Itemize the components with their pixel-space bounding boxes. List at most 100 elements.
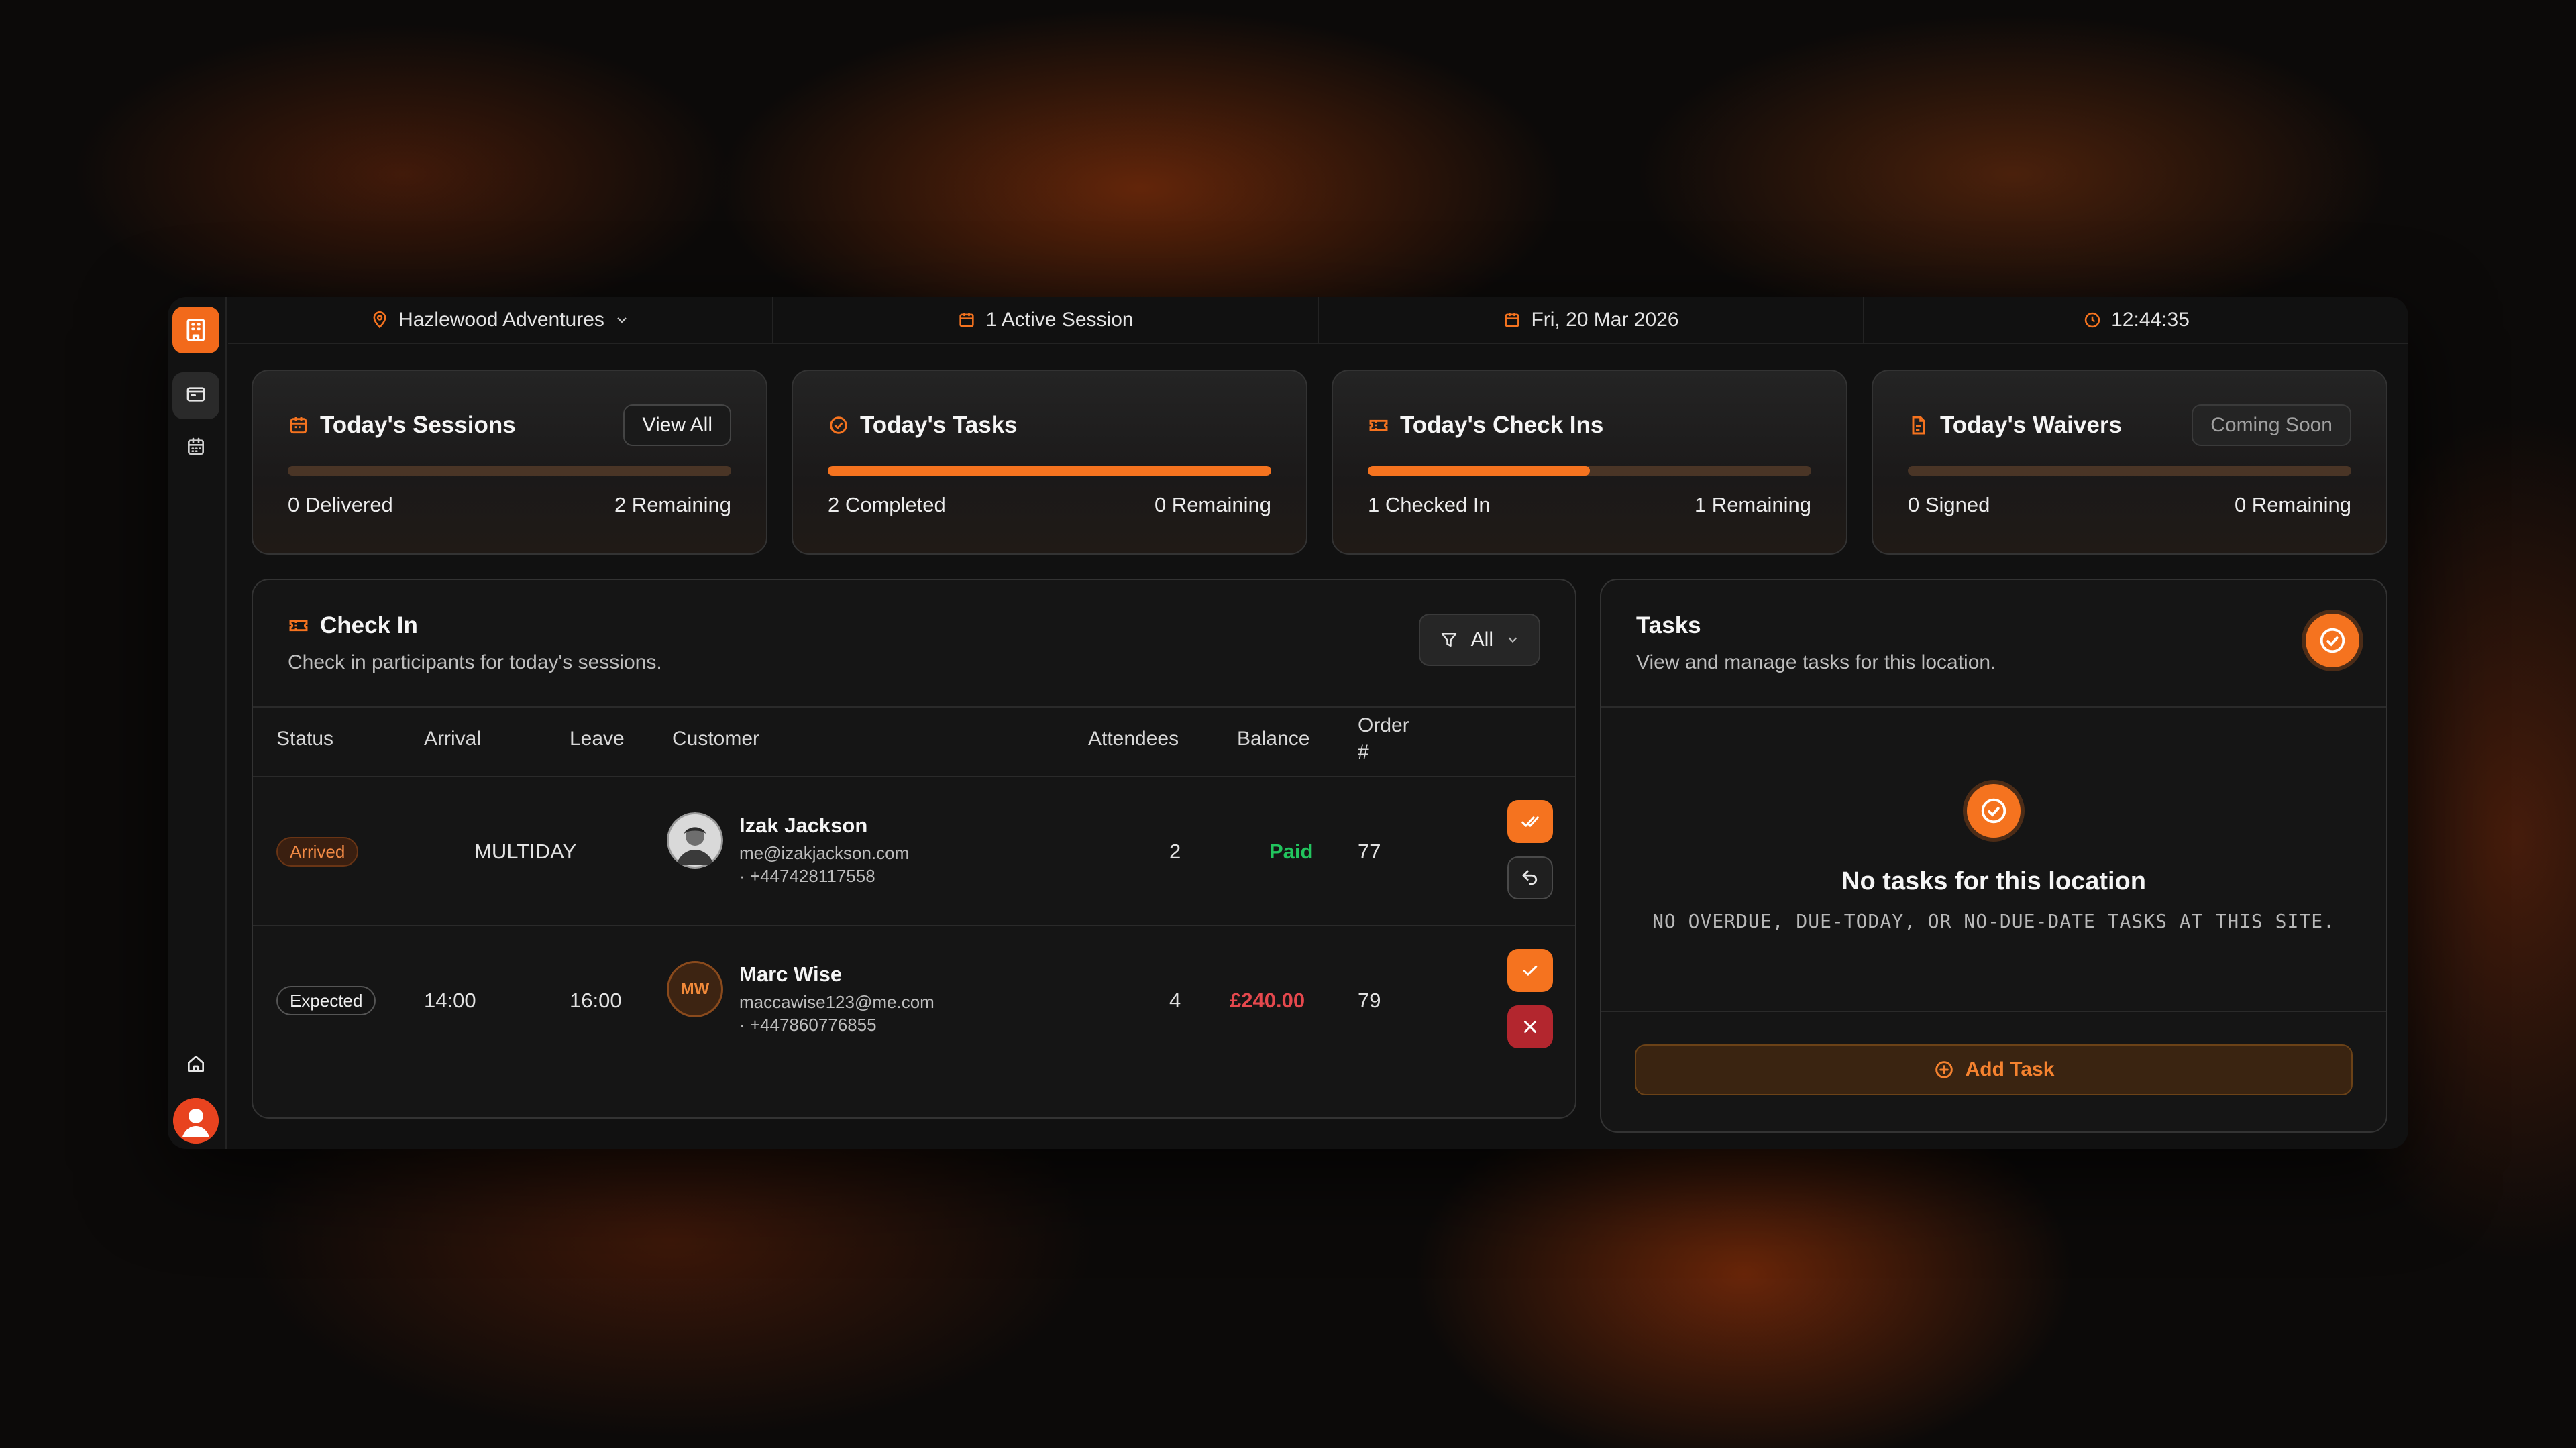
user-icon [173,1098,219,1144]
panel-title: Tasks [1636,612,1701,638]
checkin-button[interactable] [1507,949,1553,992]
customer-avatar: MW [667,961,723,1017]
sidebar-item-sessions[interactable] [172,372,219,419]
tasks-check-button[interactable] [2306,614,2359,667]
col-arrival[interactable]: Arrival [424,728,481,750]
date-indicator: Fri, 20 Mar 2026 [1319,297,1864,343]
card-title: Today's Check Ins [1400,412,1604,438]
sidebar [168,297,227,1149]
sidebar-item-home[interactable] [172,1042,219,1089]
check-circle-icon [828,414,849,436]
card-title: Today's Tasks [860,412,1018,438]
customer-email: me@izakjackson.com [739,843,910,863]
col-attendees[interactable]: Attendees [1088,728,1179,750]
top-bar: Hazlewood Adventures 1 Active Session Fr… [228,297,2408,344]
status-badge: Expected [276,986,376,1015]
home-icon [185,1053,207,1078]
session-count: 1 Active Session [985,309,1134,331]
current-date: Fri, 20 Mar 2026 [1531,309,1679,331]
card-tasks: Today's Tasks 2 Completed 0 Remaining [792,370,1307,555]
empty-title: No tasks for this location [1841,867,2146,895]
undo-icon [1520,868,1540,888]
col-customer[interactable]: Customer [672,728,759,750]
panel-title: Check In [320,612,418,638]
time-indicator: 12:44:35 [1864,297,2408,343]
col-leave[interactable]: Leave [570,728,625,750]
empty-state: No tasks for this location NO OVERDUE, D… [1601,709,2386,1012]
document-icon [1908,414,1929,436]
chevron-down-icon [1505,632,1520,647]
chevron-down-icon [614,312,630,328]
table-row: Arrived MULTIDAY Izak Jackson me@izakjac… [253,777,1575,926]
view-all-button[interactable]: View All [623,404,731,446]
building-logo-icon[interactable] [172,307,219,353]
customer-email: maccawise123@me.com [739,992,934,1012]
current-time: 12:44:35 [2111,309,2190,331]
customer-avatar [667,812,723,869]
check-icon [1520,960,1540,981]
calendar-icon [185,436,207,461]
remaining-count: 0 Remaining [2234,493,2351,516]
card-sessions: Today's Sessions View All 0 Delivered 2 … [252,370,767,555]
location-name: Hazlewood Adventures [398,309,604,331]
col-balance[interactable]: Balance [1237,728,1309,750]
window-icon [185,384,207,408]
tasks-panel: Tasks View and manage tasks for this loc… [1600,579,2387,1133]
card-title: Today's Sessions [320,412,516,438]
customer-phone: · +447860776855 [739,1015,877,1035]
remaining-count: 0 Remaining [1154,493,1271,516]
empty-subtitle: NO OVERDUE, DUE-TODAY, OR NO-DUE-DATE TA… [1652,910,2335,932]
balance-paid: Paid [1269,840,1313,863]
signed-count: 0 Signed [1908,493,1990,516]
completed-count: 2 Completed [828,493,946,516]
location-selector[interactable]: Hazlewood Adventures [228,297,773,343]
add-task-label: Add Task [1965,1058,2055,1080]
card-checkins: Today's Check Ins 1 Checked In 1 Remaini… [1332,370,1847,555]
waivers-progress [1908,466,2351,476]
col-status[interactable]: Status [276,728,333,750]
cancel-button[interactable] [1507,1005,1553,1048]
order-number: 79 [1358,989,1381,1012]
leave-time: 16:00 [570,989,622,1012]
delivered-count: 0 Delivered [288,493,393,516]
arrival-time: 14:00 [424,989,476,1012]
status-badge: Arrived [276,837,359,867]
map-pin-icon [370,311,389,329]
checkins-progress [1368,466,1811,476]
check-circle-icon [2317,625,2348,656]
attendees-count: 4 [1169,989,1181,1012]
coming-soon-button[interactable]: Coming Soon [2192,404,2351,446]
table-row: Expected 14:00 16:00 MW Marc Wise maccaw… [253,926,1575,1075]
card-title: Today's Waivers [1940,412,2122,438]
customer-name[interactable]: Marc Wise [739,962,842,987]
stat-cards: Today's Sessions View All 0 Delivered 2 … [252,370,2387,555]
order-number: 77 [1358,840,1381,863]
customer-name[interactable]: Izak Jackson [739,814,867,838]
tasks-progress [828,466,1271,476]
app-window: Hazlewood Adventures 1 Active Session Fr… [168,297,2408,1149]
panel-subtitle: Check in participants for today's sessio… [288,651,662,673]
filter-dropdown[interactable]: All [1418,614,1540,666]
sidebar-item-calendar[interactable] [172,425,219,471]
add-task-button[interactable]: Add Task [1635,1044,2353,1095]
calendar-icon [1503,311,1521,329]
calendar-icon [957,311,976,329]
check-circle-icon [1967,784,2021,838]
close-icon [1520,1017,1540,1037]
calendar-icon [288,414,309,436]
arrival-time: MULTIDAY [474,840,577,863]
filter-value: All [1470,628,1493,651]
ticket-icon [1368,414,1389,436]
user-avatar[interactable] [173,1098,219,1144]
card-waivers: Today's Waivers Coming Soon 0 Signed 0 R… [1872,370,2387,555]
double-check-icon [1520,812,1540,832]
active-session-indicator: 1 Active Session [773,297,1319,343]
col-order[interactable]: Order [1358,714,1409,737]
undo-checkin-button[interactable] [1507,856,1553,899]
filter-icon [1439,630,1459,650]
confirm-checkin-button[interactable] [1507,800,1553,843]
checked-in-count: 1 Checked In [1368,493,1491,516]
remaining-count: 2 Remaining [614,493,731,516]
checkin-panel: Check In Check in participants for today… [252,579,1576,1119]
attendees-count: 2 [1169,840,1181,863]
